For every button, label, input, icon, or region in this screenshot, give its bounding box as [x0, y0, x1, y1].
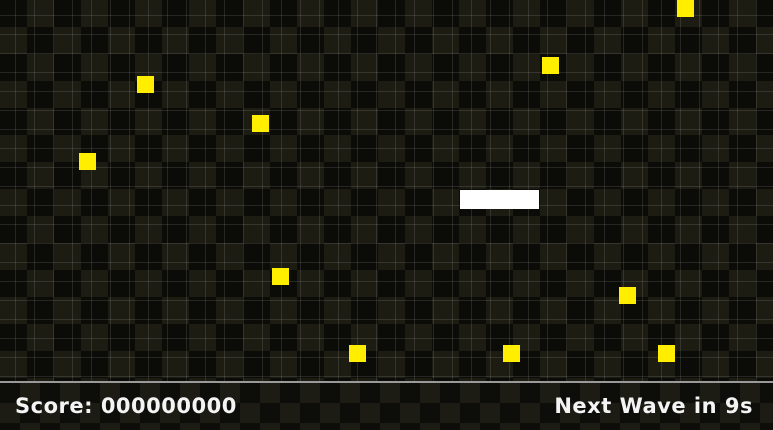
player-paddle[interactable] [460, 190, 539, 209]
score-label: Score: [15, 394, 93, 418]
enemy-block [272, 268, 289, 285]
wave-countdown: 9s [724, 394, 753, 418]
enemy-block [619, 287, 636, 304]
enemy-block [503, 345, 520, 362]
hud-bar: Score: 000000000 Next Wave in 9s [0, 381, 773, 430]
wave-label: Next Wave in [554, 394, 718, 418]
enemy-block [79, 153, 96, 170]
enemy-block [677, 0, 694, 17]
enemy-block [252, 115, 269, 132]
enemy-block [137, 76, 154, 93]
enemy-block [349, 345, 366, 362]
play-field[interactable] [0, 0, 773, 381]
next-wave-timer: Next Wave in 9s [554, 394, 753, 418]
score-value: 000000000 [100, 394, 237, 418]
enemy-block [658, 345, 675, 362]
game-screen[interactable]: Score: 000000000 Next Wave in 9s [0, 0, 773, 430]
score-display: Score: 000000000 [15, 394, 237, 418]
enemy-block [542, 57, 559, 74]
